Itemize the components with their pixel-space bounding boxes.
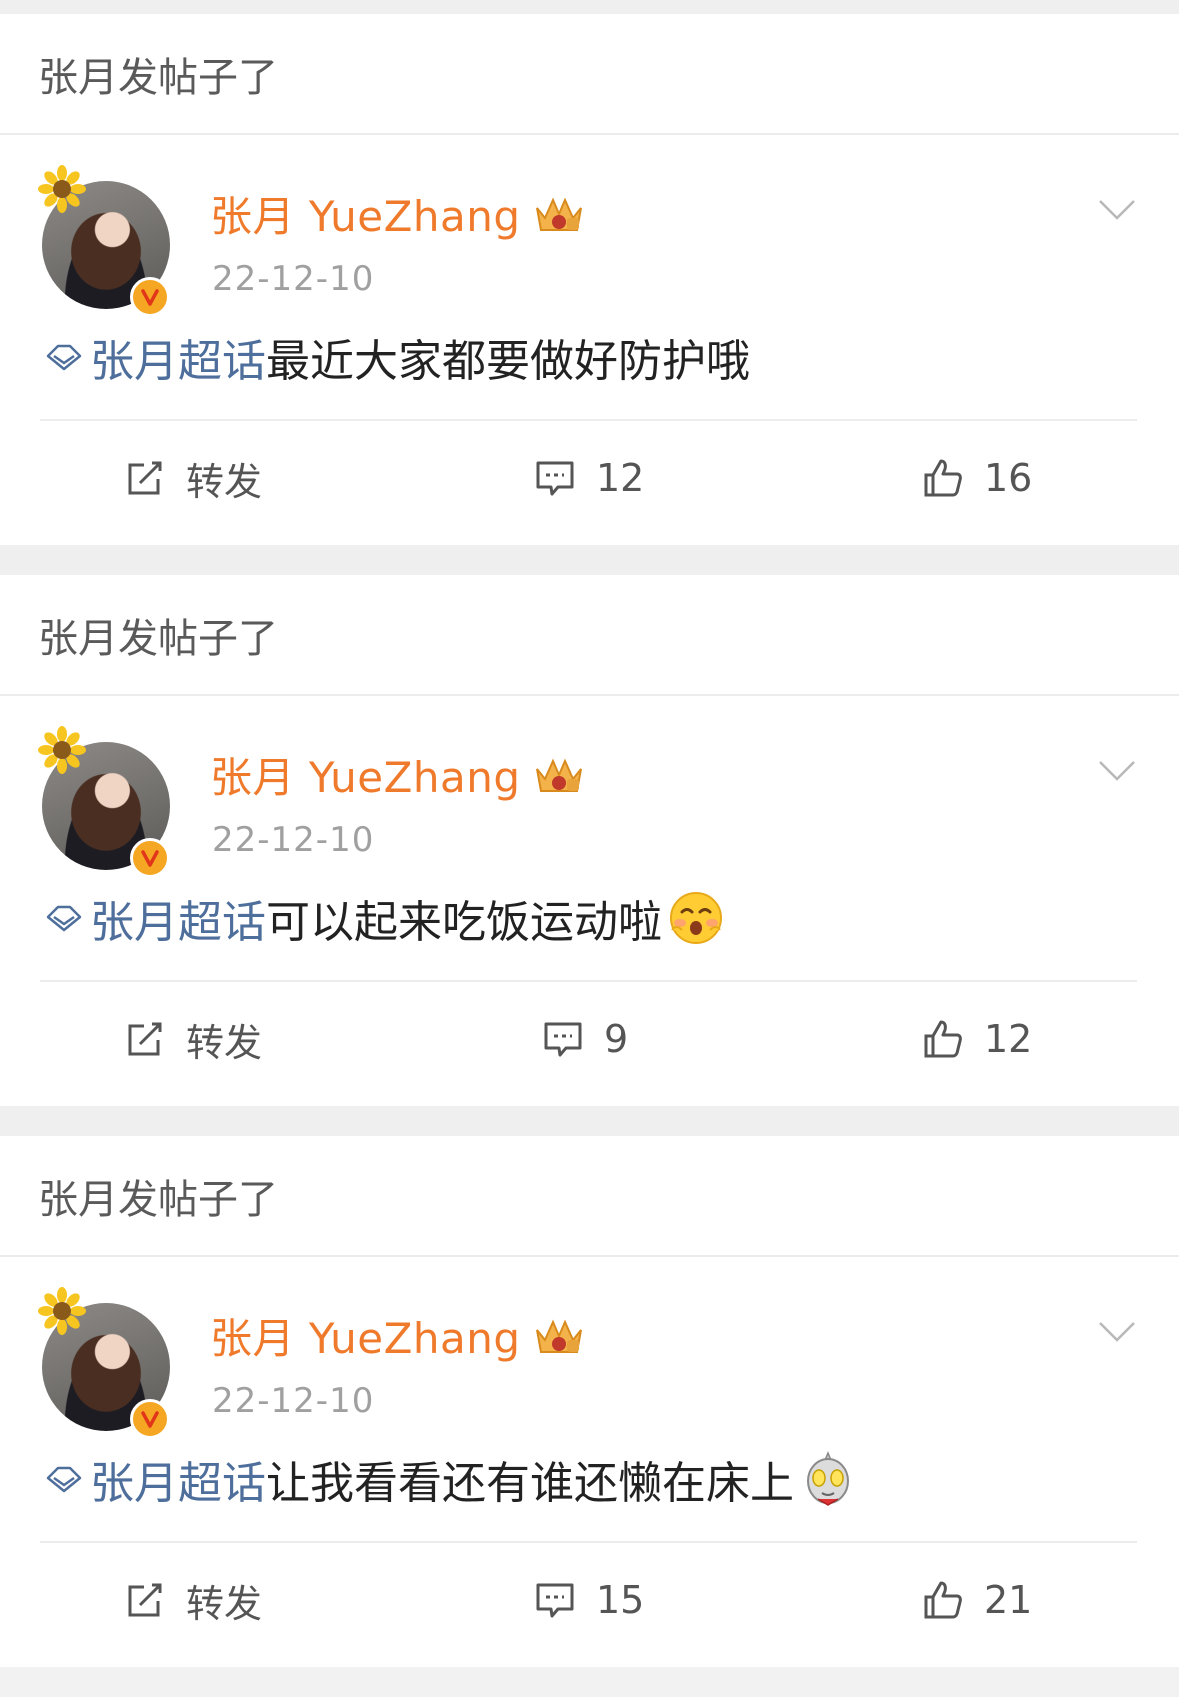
- divider: [40, 419, 1137, 421]
- like-button[interactable]: 12: [922, 984, 1032, 1094]
- sunflower-icon: [38, 726, 86, 774]
- share-icon: [128, 461, 162, 495]
- diamond-topic-icon: [46, 344, 82, 371]
- card-header: 张月发帖子了: [0, 575, 1179, 696]
- like-button[interactable]: 21: [922, 1545, 1032, 1655]
- verified-badge-icon: [130, 838, 170, 878]
- topic-link[interactable]: 张月超话: [90, 886, 266, 950]
- post-card: 张月发帖子了: [0, 1136, 1179, 1667]
- feed-top-spacer: [0, 0, 1179, 14]
- crown-level-icon: [535, 197, 582, 231]
- diamond-topic-icon: [46, 905, 82, 932]
- crown-level-icon: [535, 758, 582, 792]
- post-date: 22-12-10: [212, 820, 375, 860]
- card-header: 张月发帖子了: [0, 14, 1179, 135]
- thumbs-up-icon: [924, 1020, 962, 1058]
- topic-link[interactable]: 张月超话: [90, 325, 266, 389]
- post-body: 张月 YueZhang 22-12-10 张月超话 可以起来吃饭运动啦 转发 9…: [0, 696, 1179, 1106]
- divider: [40, 1541, 1137, 1543]
- post-text: 可以起来吃饭运动啦: [266, 897, 662, 948]
- comment-icon: [536, 1583, 574, 1618]
- card-spacer: [0, 1106, 1179, 1136]
- comment-button[interactable]: 12: [534, 423, 644, 533]
- comment-count: 12: [596, 456, 645, 500]
- avatar-group[interactable]: [38, 165, 180, 317]
- action-bar: 转发 12 16: [0, 423, 1179, 533]
- share-icon: [128, 1022, 162, 1056]
- post-body: 张月 YueZhang 22-12-10 张月超话 最近大家都要做好防护哦 转发…: [0, 135, 1179, 545]
- like-count: 21: [984, 1578, 1033, 1622]
- post-card: 张月发帖子了: [0, 575, 1179, 1106]
- feed: 张月发帖子了 张月 YueZhang 22-12-10 张月超话 最近大家都要做…: [0, 0, 1179, 1697]
- avatar-group[interactable]: [38, 726, 180, 878]
- ultraman-emoji-icon: [807, 1451, 849, 1506]
- author-row: 张月 YueZhang: [210, 183, 587, 244]
- like-count: 12: [984, 1017, 1033, 1061]
- comment-count: 15: [596, 1578, 645, 1622]
- action-bar: 转发 9 12: [0, 984, 1179, 1094]
- topic-link[interactable]: 张月超话: [90, 1447, 266, 1511]
- avatar-group[interactable]: [38, 1287, 180, 1439]
- comment-button[interactable]: 15: [534, 1545, 644, 1655]
- post-text: 最近大家都要做好防护哦: [266, 336, 750, 387]
- like-count: 16: [984, 456, 1033, 500]
- post-content: 张月超话 让我看看还有谁还懒在床上: [44, 1447, 856, 1511]
- divider: [40, 980, 1137, 982]
- action-bar: 转发 15 21: [0, 1545, 1179, 1655]
- chevron-down-icon[interactable]: [1097, 758, 1137, 784]
- chevron-down-icon[interactable]: [1097, 197, 1137, 223]
- verified-badge-icon: [130, 1399, 170, 1439]
- sunflower-icon: [38, 165, 86, 213]
- verified-badge-icon: [130, 277, 170, 317]
- sunflower-icon: [38, 1287, 86, 1335]
- post-text: 让我看看还有谁还懒在床上: [266, 1458, 794, 1509]
- card-spacer: [0, 545, 1179, 575]
- thumbs-up-icon: [924, 1581, 962, 1619]
- card-header: 张月发帖子了: [0, 1136, 1179, 1257]
- post-card: 张月发帖子了: [0, 14, 1179, 545]
- share-label: 转发: [186, 1020, 263, 1065]
- diamond-topic-icon: [46, 1466, 82, 1493]
- like-button[interactable]: 16: [922, 423, 1032, 533]
- share-icon: [128, 1583, 162, 1617]
- comment-icon: [544, 1022, 582, 1057]
- share-label: 转发: [186, 1581, 263, 1626]
- comment-count: 9: [604, 1017, 629, 1061]
- author-row: 张月 YueZhang: [210, 744, 587, 805]
- post-date: 22-12-10: [212, 1381, 375, 1421]
- post-content: 张月超话 最近大家都要做好防护哦: [44, 325, 750, 389]
- author-name[interactable]: 张月 YueZhang: [210, 744, 521, 805]
- author-name[interactable]: 张月 YueZhang: [210, 183, 521, 244]
- comment-button[interactable]: 9: [542, 984, 628, 1094]
- crown-level-icon: [535, 1319, 582, 1353]
- share-button[interactable]: 转发: [124, 423, 262, 533]
- comment-icon: [536, 461, 574, 496]
- post-body: 张月 YueZhang 22-12-10 张月超话 让我看看还有谁还懒在床上 转…: [0, 1257, 1179, 1667]
- share-button[interactable]: 转发: [124, 1545, 262, 1655]
- share-label: 转发: [186, 459, 263, 504]
- post-content: 张月超话 可以起来吃饭运动啦: [44, 886, 724, 950]
- share-button[interactable]: 转发: [124, 984, 262, 1094]
- chevron-down-icon[interactable]: [1097, 1319, 1137, 1345]
- post-date: 22-12-10: [212, 259, 375, 299]
- thumbs-up-icon: [924, 459, 962, 497]
- author-row: 张月 YueZhang: [210, 1305, 587, 1366]
- author-name[interactable]: 张月 YueZhang: [210, 1305, 521, 1366]
- smiling-blush-emoji-icon: [670, 892, 722, 944]
